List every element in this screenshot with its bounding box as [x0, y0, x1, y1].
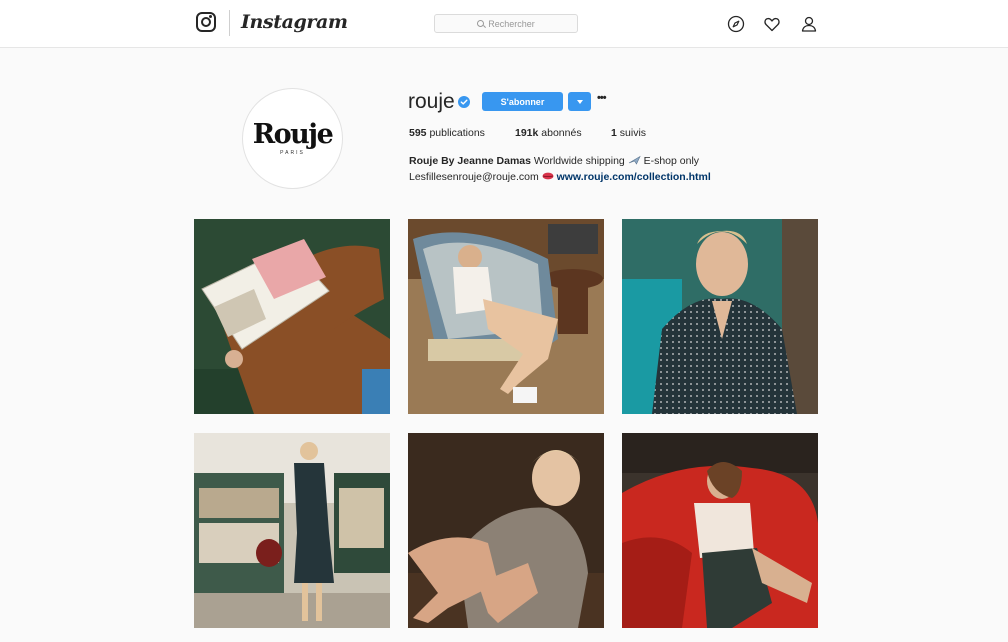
stat-followers[interactable]: 191k abonnés: [515, 127, 582, 139]
post-thumbnail-5[interactable]: [408, 433, 604, 628]
post-thumbnail-2[interactable]: [408, 219, 604, 414]
lips-emoji: [542, 172, 554, 180]
top-navigation-bar: Instagram Rechercher: [0, 0, 1008, 48]
post-thumbnail-3[interactable]: [622, 219, 818, 414]
logo-divider: [229, 10, 230, 36]
instagram-logo-icon[interactable]: [196, 12, 216, 32]
instagram-wordmark[interactable]: Instagram: [241, 11, 348, 33]
search-icon: [477, 20, 485, 27]
bio-text-eshop: E-shop only: [643, 155, 700, 167]
posts-count: 595: [409, 127, 427, 139]
bio-full-name: Rouje By Jeanne Damas: [409, 155, 531, 167]
avatar-brand-text: Rouje: [252, 119, 334, 150]
avatar-sub-text: PARIS: [280, 150, 305, 156]
heart-icon[interactable]: [763, 15, 781, 33]
verified-badge-icon: [458, 96, 470, 108]
profile-avatar[interactable]: Rouje PARIS: [242, 88, 343, 189]
post-thumbnail-4[interactable]: [194, 433, 390, 628]
search-input[interactable]: Rechercher: [434, 14, 578, 33]
following-label: suivis: [619, 127, 647, 139]
following-count: 1: [611, 127, 617, 139]
posts-label: publications: [429, 127, 485, 139]
suggestions-dropdown-button[interactable]: [568, 92, 591, 111]
stat-following[interactable]: 1 suivis: [611, 127, 646, 139]
bio-line-2: Lesfillesenrouje@rouje.com www.rouje.com…: [409, 171, 711, 183]
bio-website-link[interactable]: www.rouje.com/collection.html: [557, 171, 711, 183]
followers-count: 191k: [515, 127, 539, 139]
profile-username: rouje: [408, 90, 455, 113]
user-icon[interactable]: [800, 15, 818, 33]
followers-label: abonnés: [541, 127, 582, 139]
post-thumbnail-1[interactable]: [194, 219, 390, 414]
post-thumbnail-6[interactable]: [622, 433, 818, 628]
stat-posts: 595 publications: [409, 127, 485, 139]
airplane-emoji: [628, 155, 641, 165]
chevron-down-icon: [576, 99, 583, 104]
bio-line-1: Rouje By Jeanne Damas Worldwide shipping…: [409, 155, 699, 167]
bio-text-shipping: Worldwide shipping: [533, 155, 625, 167]
bio-email: Lesfillesenrouje@rouje.com: [409, 171, 539, 183]
compass-icon[interactable]: [727, 15, 745, 33]
follow-button[interactable]: S'abonner: [482, 92, 563, 111]
search-placeholder: Rechercher: [488, 18, 535, 29]
more-options-icon[interactable]: •••: [597, 93, 611, 107]
